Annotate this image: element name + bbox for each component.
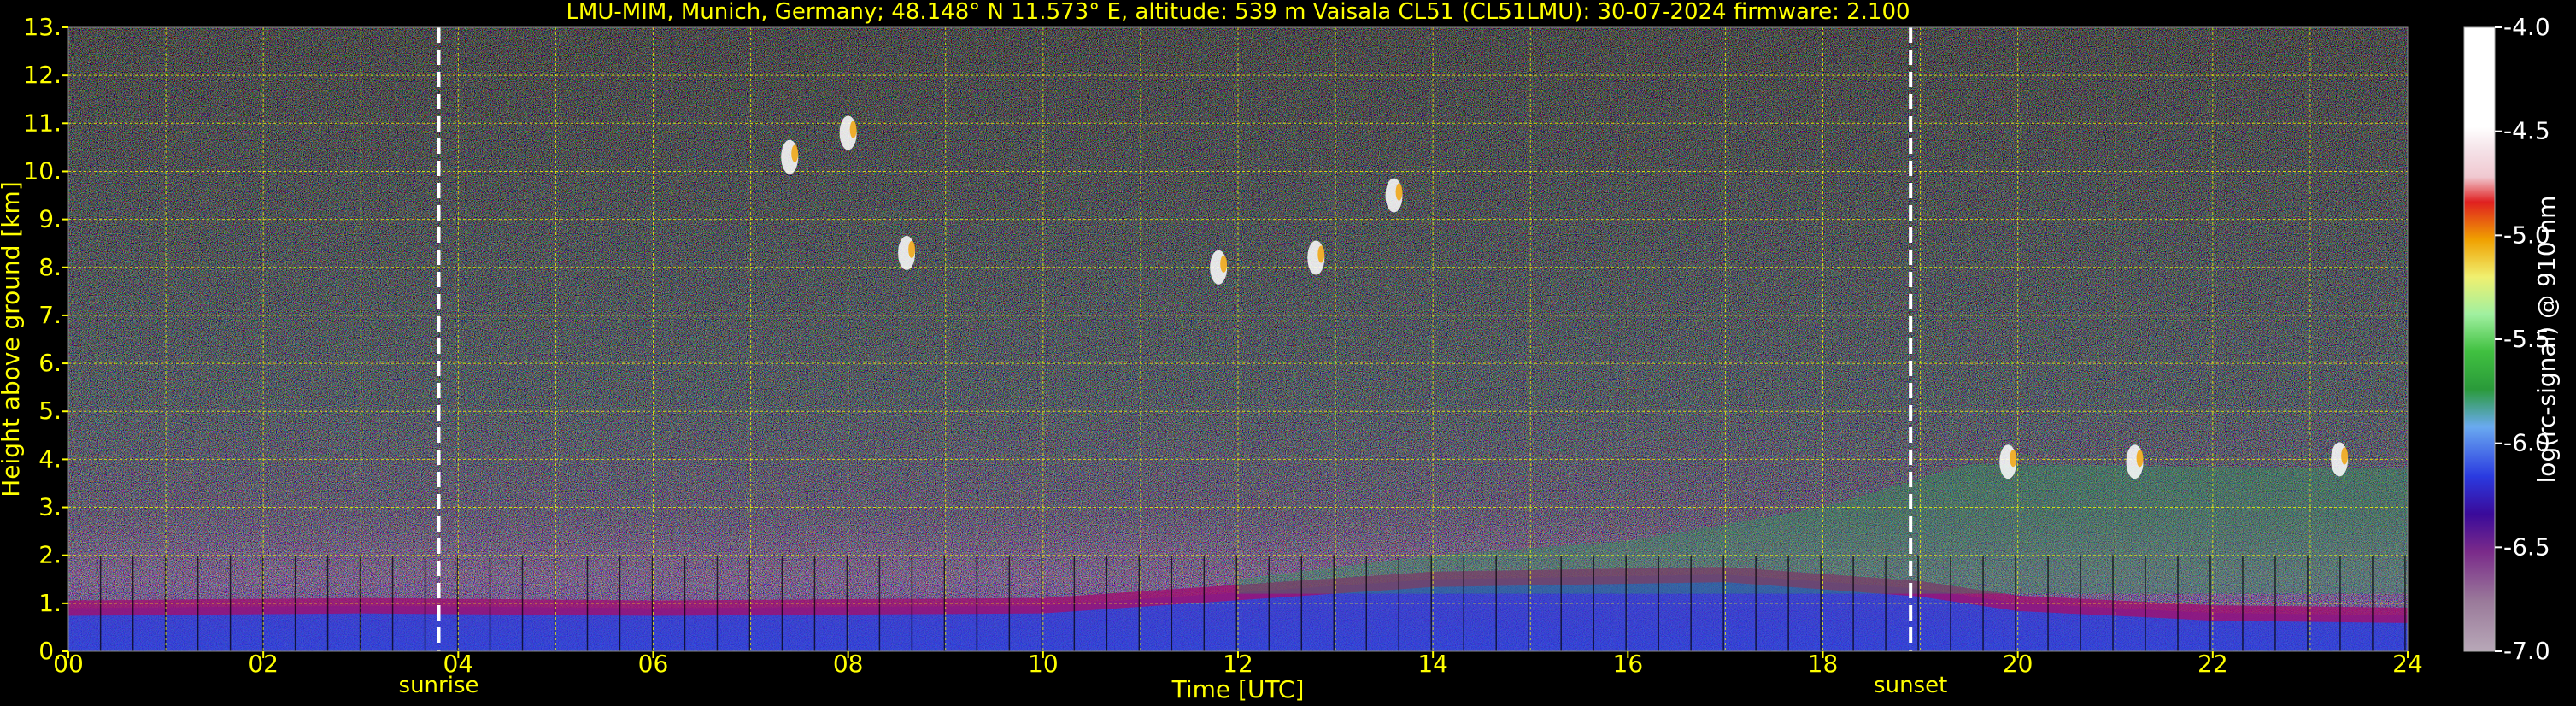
y-tick-label: 12. <box>23 61 62 89</box>
x-axis-label: Time [UTC] <box>1171 675 1305 703</box>
sunrise-label: sunrise <box>399 673 479 698</box>
colorbar-tick-label: -4.5 <box>2503 117 2550 145</box>
cloud-core <box>1220 255 1228 273</box>
colorbar-label: log(rc-signal) @ 910 nm <box>2532 196 2561 484</box>
cloud-core <box>2010 450 2017 468</box>
cloud-core <box>791 144 799 162</box>
y-tick-label: 2. <box>38 541 62 569</box>
cloud-core <box>849 121 857 138</box>
colorbar-tick-label: -4.0 <box>2503 13 2550 41</box>
x-tick-label: 18 <box>1808 650 1839 678</box>
x-tick-label: 14 <box>1417 650 1448 678</box>
y-tick-label: 4. <box>38 444 62 473</box>
y-tick-label: 3. <box>38 493 62 521</box>
cloud-core <box>1395 183 1403 201</box>
x-tick-label: 24 <box>2392 650 2423 678</box>
cloud-core <box>2341 447 2349 465</box>
y-axis-label: Height above ground [km] <box>0 181 25 497</box>
cloud-core <box>1317 245 1325 263</box>
cloud-core <box>2136 450 2144 468</box>
ceilometer-chart: LMU-MIM, Munich, Germany; 48.148° N 11.5… <box>0 0 2561 703</box>
y-tick-label: 1. <box>38 589 62 617</box>
y-axis-ticks: 0. 1. 2. 3. 4. 5. 6. 7. 8. 9. 10. 11. 12. 13. <box>23 13 68 665</box>
colorbar: -4.0-4.5-5.0-5.5-6.0-6.5-7.0 log(rc-sign… <box>2463 13 2561 665</box>
chart-title: LMU-MIM, Munich, Germany; 48.148° N 11.5… <box>566 0 1910 25</box>
y-tick-label: 9. <box>38 205 62 233</box>
colorbar-tick-label: -6.5 <box>2503 532 2550 561</box>
y-tick-label: 7. <box>38 301 62 329</box>
x-tick-label: 08 <box>833 650 864 678</box>
sunset-label: sunset <box>1874 673 1947 698</box>
y-tick-label: 13. <box>23 13 62 41</box>
y-tick-label: 6. <box>38 349 62 377</box>
plot-area <box>68 27 2408 651</box>
x-tick-label: 02 <box>248 650 279 678</box>
y-tick-label: 11. <box>23 109 62 137</box>
x-tick-label: 22 <box>2198 650 2228 678</box>
colorbar-tick-label: -7.0 <box>2503 637 2550 665</box>
x-tick-label: 16 <box>1613 650 1644 678</box>
y-tick-label: 0. <box>38 637 62 665</box>
x-tick-label: 06 <box>638 650 669 678</box>
y-tick-label: 5. <box>38 397 62 425</box>
y-tick-label: 8. <box>38 253 62 281</box>
cloud-core <box>908 240 916 258</box>
colorbar-scale <box>2463 26 2496 652</box>
x-tick-label: 12 <box>1223 650 1253 678</box>
y-tick-label: 10. <box>23 156 62 185</box>
x-tick-label: 20 <box>2003 650 2033 678</box>
x-tick-label: 10 <box>1028 650 1059 678</box>
